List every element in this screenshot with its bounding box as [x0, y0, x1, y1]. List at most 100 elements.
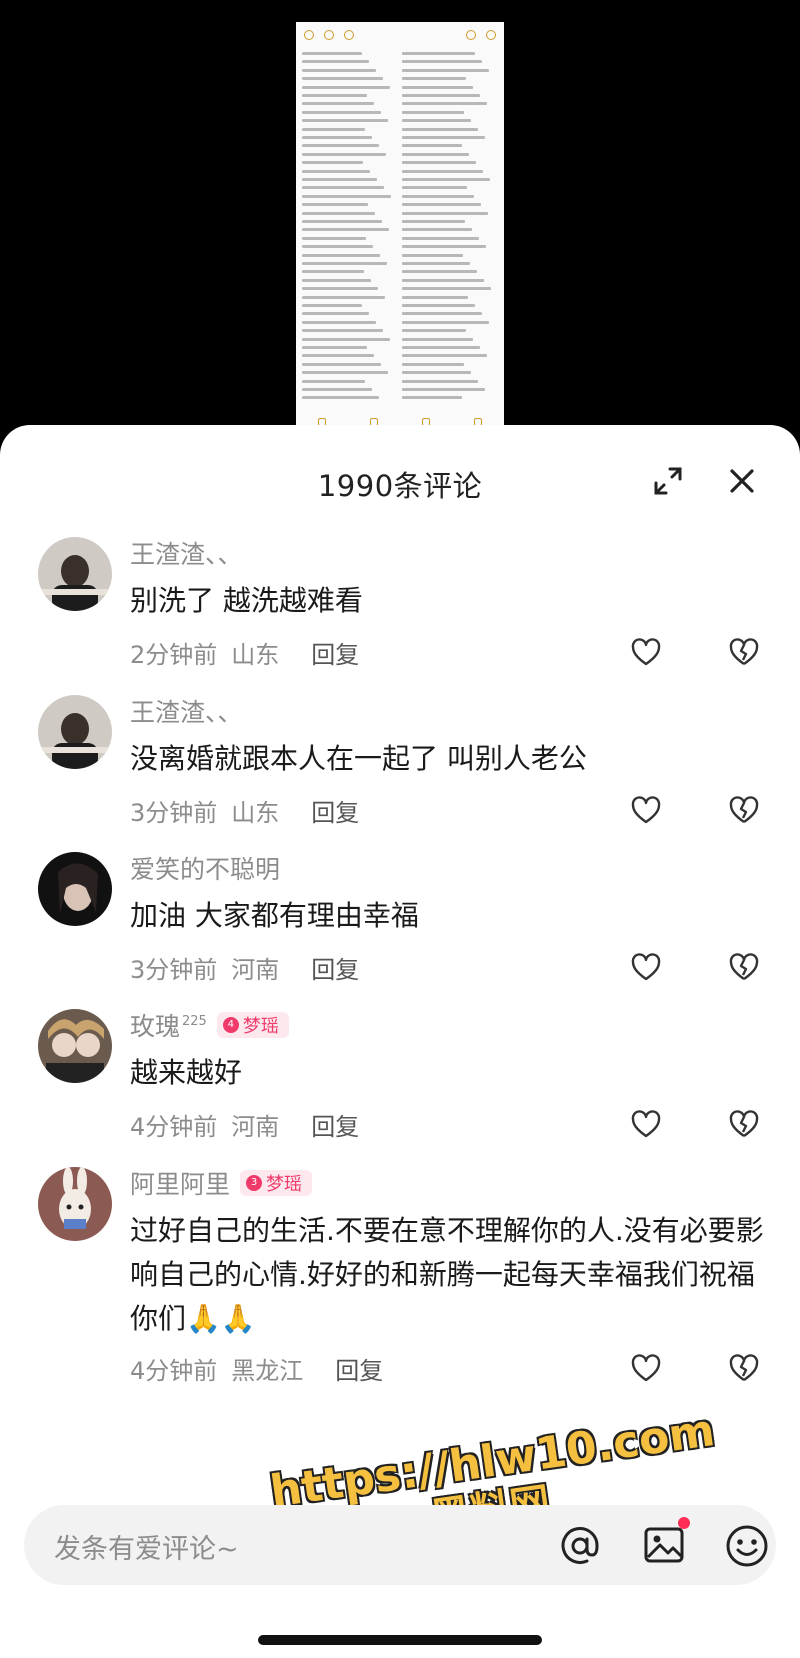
close-icon[interactable] — [724, 463, 760, 499]
comment-location: 河南 — [231, 1113, 280, 1141]
document-text-line — [402, 379, 478, 383]
document-text-line — [302, 94, 367, 97]
avatar[interactable] — [38, 695, 112, 769]
reply-button[interactable]: 回复 — [311, 950, 359, 985]
document-text-line — [302, 102, 374, 106]
document-text-line — [402, 144, 462, 148]
notification-dot — [678, 1517, 690, 1529]
document-text-line — [402, 346, 480, 349]
document-text-line — [302, 194, 391, 198]
document-text-line — [402, 388, 485, 391]
document-text-line — [402, 278, 484, 282]
document-text-line — [402, 203, 481, 207]
document-text-line — [302, 169, 370, 173]
comment-input-placeholder[interactable]: 发条有爱评论~ — [54, 1527, 239, 1566]
avatar[interactable] — [38, 1009, 112, 1083]
reply-button[interactable]: 回复 — [335, 1351, 383, 1386]
document-text-line — [402, 287, 491, 291]
comment-location: 黑龙江 — [231, 1357, 304, 1385]
document-text-line — [302, 396, 379, 400]
document-text-line — [302, 220, 382, 223]
document-text-line — [302, 152, 386, 156]
comment-time: 4分钟前 — [130, 1357, 218, 1385]
comment-item: 王渣渣、、 没离婚就跟本人在一起了 叫别人老公 3分钟前 山东 回复 — [0, 693, 800, 843]
document-text-line — [402, 270, 477, 274]
document-text-line — [302, 304, 362, 307]
comment-text: 过好自己的生活.不要在意不理解你的人.没有必要影响自己的心情.好好的和新腾一起每… — [130, 1214, 764, 1335]
comment-time: 4分钟前 — [130, 1113, 218, 1141]
badge-label: 梦瑶 — [242, 1016, 279, 1037]
reply-button[interactable]: 回复 — [311, 793, 359, 828]
document-text-line — [302, 68, 376, 72]
document-text-line — [302, 287, 378, 291]
comment-item: 爱笑的不聪明 加油 大家都有理由幸福 3分钟前 河南 回复 — [0, 850, 800, 1000]
document-text-line — [402, 396, 462, 400]
comment-item: 王渣渣、、 别洗了 越洗越难看 2分钟前 山东 回复 — [0, 535, 800, 685]
heart-like-icon[interactable] — [630, 1109, 662, 1141]
document-text-line — [302, 388, 372, 391]
broken-heart-dislike-icon[interactable] — [728, 1109, 760, 1141]
comment-item: 玫瑰 225 4 梦瑶 越来越好 4分钟前 河南 回复 — [0, 1007, 800, 1157]
document-text-line — [302, 186, 384, 190]
home-indicator — [258, 1635, 542, 1645]
document-text-line — [402, 220, 465, 223]
document-text-line — [402, 136, 485, 139]
document-text-line — [302, 77, 383, 81]
document-text-line — [402, 228, 472, 232]
comment-author[interactable]: 王渣渣、、 — [130, 535, 243, 571]
comment-author[interactable]: 爱笑的不聪明 — [130, 850, 280, 886]
sheet-header: 1990条评论 — [0, 425, 800, 540]
document-text-line — [302, 60, 369, 64]
avatar[interactable] — [38, 852, 112, 926]
comment-author[interactable]: 阿里阿里 — [130, 1165, 230, 1201]
fan-badge[interactable]: 3 梦瑶 — [240, 1170, 313, 1196]
document-text-line — [402, 68, 489, 72]
fan-badge[interactable]: 4 梦瑶 — [216, 1012, 289, 1038]
broken-heart-dislike-icon[interactable] — [728, 952, 760, 984]
heart-like-icon[interactable] — [630, 952, 662, 984]
document-text-line — [302, 253, 380, 257]
document-text-line — [402, 295, 468, 299]
document-text-line — [402, 362, 464, 366]
emoji-icon[interactable] — [724, 1523, 770, 1569]
reply-button[interactable]: 回复 — [311, 635, 359, 670]
comment-time: 2分钟前 — [130, 641, 218, 669]
image-icon[interactable] — [642, 1523, 686, 1567]
document-text-line — [302, 278, 371, 282]
comment-item: 阿里阿里 3 梦瑶 过好自己的生活.不要在意不理解你的人.没有必要影响自己的心情.… — [0, 1165, 800, 1405]
document-text-line — [402, 304, 475, 307]
comment-author[interactable]: 王渣渣、、 — [130, 693, 243, 729]
document-text-line — [302, 178, 377, 181]
document-text-line — [302, 337, 390, 341]
reply-button[interactable]: 回复 — [311, 1107, 359, 1142]
document-text-line — [402, 52, 475, 55]
avatar[interactable] — [38, 537, 112, 611]
video-area[interactable] — [0, 0, 800, 430]
broken-heart-dislike-icon[interactable] — [728, 637, 760, 669]
at-icon[interactable] — [559, 1525, 601, 1567]
heart-like-icon[interactable] — [630, 1353, 662, 1385]
comment-location: 山东 — [231, 641, 280, 669]
document-text-line — [402, 371, 471, 375]
badge-label: 梦瑶 — [266, 1174, 303, 1195]
comment-time: 3分钟前 — [130, 956, 218, 984]
document-text-line — [402, 169, 483, 173]
broken-heart-dislike-icon[interactable] — [728, 795, 760, 827]
comment-input-bar[interactable]: 发条有爱评论~ — [24, 1505, 776, 1585]
expand-icon[interactable] — [650, 463, 686, 499]
name-superscript: 225 — [182, 1014, 207, 1029]
document-text-line — [302, 52, 362, 55]
heart-like-icon[interactable] — [630, 637, 662, 669]
document-text-line — [402, 60, 482, 64]
heart-like-icon[interactable] — [630, 795, 662, 827]
document-text-line — [302, 236, 366, 240]
document-text-line — [402, 245, 486, 249]
document-text-line — [302, 161, 363, 165]
avatar[interactable] — [38, 1167, 112, 1241]
document-text-line — [302, 295, 385, 299]
document-text-line — [302, 136, 372, 139]
document-text-line — [402, 102, 487, 106]
document-text-line — [302, 119, 388, 123]
broken-heart-dislike-icon[interactable] — [728, 1353, 760, 1385]
comment-author[interactable]: 玫瑰 225 — [130, 1007, 207, 1043]
